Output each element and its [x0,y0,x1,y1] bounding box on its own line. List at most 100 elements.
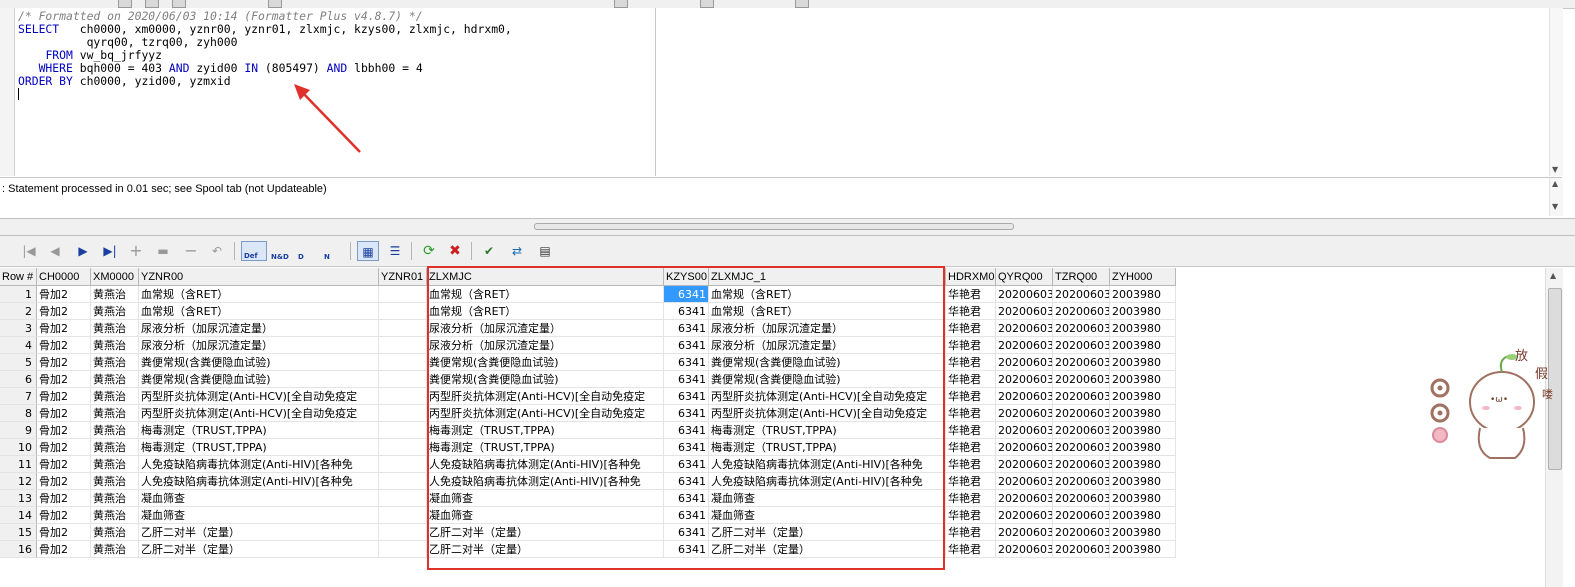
cell-zlxmjc-1[interactable]: 血常规（含RET） [709,303,946,320]
cell-qyrq00[interactable]: 20200603 [996,473,1053,490]
cell-ch0000[interactable]: 骨加2 [37,422,91,439]
cell-zlxmjc-1[interactable]: 尿液分析（加尿沉渣定量） [709,337,946,354]
column-header-yznr01[interactable]: YZNR01 [379,268,427,286]
cell-xm0000[interactable]: 黄燕治 [91,320,139,337]
cell-tzrq00[interactable]: 20200603 [1053,422,1110,439]
cell-zlxmjc-1[interactable]: 尿液分析（加尿沉渣定量） [709,320,946,337]
cell-kzys00[interactable]: 6341 [664,490,709,507]
toolbar-button-stub[interactable] [145,0,159,8]
cell-qyrq00[interactable]: 20200603 [996,371,1053,388]
cell-xm0000[interactable]: 黄燕治 [91,490,139,507]
cell-zyh000[interactable]: 2003980 [1110,388,1176,405]
cell-yznr00[interactable]: 血常规（含RET） [139,303,379,320]
cell-xm0000[interactable]: 黄燕治 [91,405,139,422]
column-header-ch0000[interactable]: CH0000 [37,268,91,286]
cell-hdrxm0[interactable]: 华艳君 [946,286,996,303]
cell-zyh000[interactable]: 2003980 [1110,456,1176,473]
columns-icon[interactable]: ▤ [534,241,556,261]
cell-yznr01[interactable] [379,371,427,388]
row-number-cell[interactable]: 5 [0,354,37,371]
cell-zlxmjc[interactable]: 血常规（含RET） [427,303,664,320]
cell-yznr01[interactable] [379,405,427,422]
cell-zlxmjc[interactable]: 粪便常规(含粪便隐血试验) [427,354,664,371]
commit-icon[interactable]: ✔ [478,241,500,261]
toolbar-button-stub[interactable] [118,0,132,8]
cell-hdrxm0[interactable]: 华艳君 [946,320,996,337]
cell-yznr00[interactable]: 凝血筛查 [139,490,379,507]
scroll-down-icon[interactable]: ▼ [1552,165,1558,174]
cell-zyh000[interactable]: 2003980 [1110,337,1176,354]
table-row[interactable]: 11 骨加2 黄燕治 人免疫缺陷病毒抗体测定(Anti-HIV)[各种免 人免疫缺陷病毒… [0,456,1180,473]
row-number-cell[interactable]: 15 [0,524,37,541]
cell-yznr01[interactable] [379,320,427,337]
cell-tzrq00[interactable]: 20200603 [1053,337,1110,354]
cell-xm0000[interactable]: 黄燕治 [91,422,139,439]
prior-record-icon[interactable]: ◀ [44,241,66,261]
row-number-cell[interactable]: 7 [0,388,37,405]
cell-ch0000[interactable]: 骨加2 [37,354,91,371]
cell-hdrxm0[interactable]: 华艳君 [946,473,996,490]
row-number-cell[interactable]: 16 [0,541,37,558]
delete-record-icon[interactable]: − [180,241,202,261]
cell-qyrq00[interactable]: 20200603 [996,405,1053,422]
cell-qyrq00[interactable]: 20200603 [996,507,1053,524]
cell-qyrq00[interactable]: 20200603 [996,439,1053,456]
table-row[interactable]: 10 骨加2 黄燕治 梅毒测定（TRUST,TPPA) 梅毒测定（TRUST,TPPA)… [0,439,1180,456]
cell-hdrxm0[interactable]: 华艳君 [946,524,996,541]
cell-yznr00[interactable]: 丙型肝炎抗体测定(Anti-HCV)[全自动免疫定 [139,405,379,422]
cell-kzys00[interactable]: 6341 [664,439,709,456]
cell-zyh000[interactable]: 2003980 [1110,371,1176,388]
cell-zlxmjc-1[interactable]: 人免疫缺陷病毒抗体测定(Anti-HIV)[各种免 [709,456,946,473]
cell-zlxmjc[interactable]: 凝血筛查 [427,490,664,507]
cell-zlxmjc[interactable]: 乙肝二对半（定量） [427,524,664,541]
cell-ch0000[interactable]: 骨加2 [37,507,91,524]
row-number-cell[interactable]: 3 [0,320,37,337]
n-button[interactable]: N [322,241,344,261]
cell-xm0000[interactable]: 黄燕治 [91,303,139,320]
cell-yznr01[interactable] [379,541,427,558]
cell-zyh000[interactable]: 2003980 [1110,473,1176,490]
table-row[interactable]: 3 骨加2 黄燕治 尿液分析（加尿沉渣定量） 尿液分析（加尿沉渣定量） 6341 尿液分析（… [0,320,1180,337]
cell-tzrq00[interactable]: 20200603 [1053,439,1110,456]
toolbar-button-stub[interactable] [700,0,714,8]
table-row[interactable]: 4 骨加2 黄燕治 尿液分析（加尿沉渣定量） 尿液分析（加尿沉渣定量） 6341 尿液分析（… [0,337,1180,354]
column-header-xm0000[interactable]: XM0000 [91,268,139,286]
cell-yznr01[interactable] [379,422,427,439]
scroll-down-icon[interactable]: ▼ [1552,202,1558,211]
cell-yznr01[interactable] [379,337,427,354]
grid-view-icon[interactable]: ▦ [357,241,379,261]
row-number-cell[interactable]: 13 [0,490,37,507]
cell-yznr01[interactable] [379,507,427,524]
cell-yznr00[interactable]: 丙型肝炎抗体测定(Anti-HCV)[全自动免疫定 [139,388,379,405]
cell-yznr00[interactable]: 乙肝二对半（定量） [139,524,379,541]
editor-scrollbar[interactable]: ▼ [1549,8,1563,176]
cell-zlxmjc[interactable]: 尿液分析（加尿沉渣定量） [427,320,664,337]
cell-qyrq00[interactable]: 20200603 [996,422,1053,439]
cell-hdrxm0[interactable]: 华艳君 [946,354,996,371]
cell-hdrxm0[interactable]: 华艳君 [946,507,996,524]
cell-zlxmjc-1[interactable]: 血常规（含RET） [709,286,946,303]
cell-kzys00[interactable]: 6341 [664,320,709,337]
nd-button[interactable]: N&D [269,241,293,261]
table-row[interactable]: 12 骨加2 黄燕治 人免疫缺陷病毒抗体测定(Anti-HIV)[各种免 人免疫缺陷病毒… [0,473,1180,490]
cell-zyh000[interactable]: 2003980 [1110,524,1176,541]
cell-zyh000[interactable]: 2003980 [1110,303,1176,320]
cell-qyrq00[interactable]: 20200603 [996,286,1053,303]
cell-tzrq00[interactable]: 20200603 [1053,524,1110,541]
cell-tzrq00[interactable]: 20200603 [1053,405,1110,422]
table-row[interactable]: 7 骨加2 黄燕治 丙型肝炎抗体测定(Anti-HCV)[全自动免疫定 丙型肝炎抗体测定… [0,388,1180,405]
def-button[interactable]: Def [241,241,267,261]
cell-zyh000[interactable]: 2003980 [1110,490,1176,507]
table-row[interactable]: 6 骨加2 黄燕治 粪便常规(含粪便隐血试验) 粪便常规(含粪便隐血试验) 6341 粪便常… [0,371,1180,388]
cell-yznr01[interactable] [379,388,427,405]
cell-kzys00[interactable]: 6341 [664,524,709,541]
cell-tzrq00[interactable]: 20200603 [1053,354,1110,371]
column-header-zlxmjc-1[interactable]: ZLXMJC_1 [709,268,946,286]
cell-zlxmjc-1[interactable]: 凝血筛查 [709,490,946,507]
cell-hdrxm0[interactable]: 华艳君 [946,541,996,558]
table-row[interactable]: 1 骨加2 黄燕治 血常规（含RET） 血常规（含RET） 6341 血常规（含RET） 华艳… [0,286,1180,303]
cell-zyh000[interactable]: 2003980 [1110,405,1176,422]
cell-xm0000[interactable]: 黄燕治 [91,439,139,456]
cell-yznr01[interactable] [379,286,427,303]
cell-ch0000[interactable]: 骨加2 [37,456,91,473]
